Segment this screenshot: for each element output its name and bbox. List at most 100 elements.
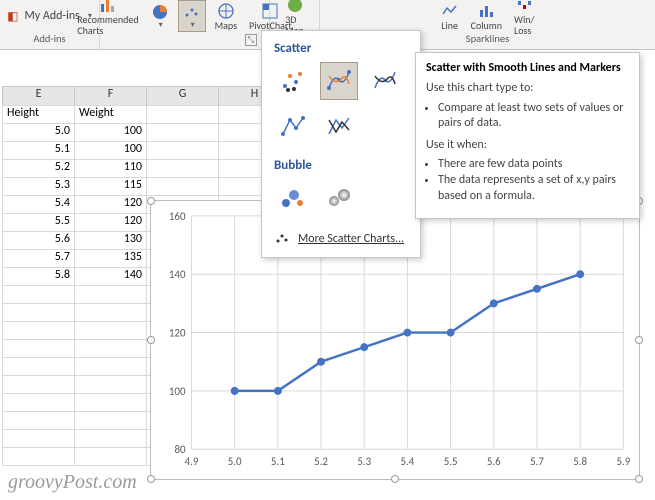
cell-height[interactable]: 5.0 [2, 123, 75, 142]
chart-type-tooltip: Scatter with Smooth Lines and Markers Us… [415, 52, 640, 219]
cell-height[interactable]: 5.8 [2, 267, 75, 286]
cell-height[interactable]: 5.2 [2, 159, 75, 178]
tooltip-item: There are few data points [438, 157, 629, 173]
scatter-smooth-option[interactable] [366, 62, 404, 100]
scatter-more-icon [274, 231, 290, 247]
cell[interactable] [2, 429, 75, 448]
svg-text:5.2: 5.2 [314, 455, 328, 468]
bubble-option[interactable] [274, 179, 312, 217]
cell[interactable] [74, 447, 147, 466]
scatter-points-option[interactable] [274, 62, 312, 100]
tooltip-item: Compare at least two sets of values or p… [438, 101, 629, 132]
sparkline-winloss-button[interactable]: Win/ Loss [511, 0, 537, 36]
scatter-dropdown-button[interactable]: ▾ [178, 0, 206, 32]
charts-dialog-launcher[interactable]: ⤡ [245, 34, 257, 46]
svg-text:160: 160 [169, 210, 186, 223]
cell-weight[interactable]: 130 [74, 231, 147, 250]
cell-weight[interactable]: 100 [74, 123, 147, 142]
cell-weight[interactable]: 120 [74, 195, 147, 214]
sparkline-column-button[interactable]: Column [468, 2, 505, 31]
svg-text:5.6: 5.6 [487, 455, 501, 468]
svg-text:5.9: 5.9 [616, 455, 630, 468]
column-header-G[interactable]: G [146, 86, 219, 106]
cell[interactable] [146, 159, 219, 178]
cell[interactable] [146, 141, 219, 160]
table-row: 5.1100 [3, 142, 291, 160]
cell[interactable] [2, 339, 75, 358]
resize-handle[interactable] [635, 475, 643, 483]
resize-handle[interactable] [635, 336, 643, 344]
column-header-F[interactable]: F [74, 86, 147, 106]
resize-handle[interactable] [147, 336, 155, 344]
pie-icon [151, 3, 169, 21]
scatter-straight-option[interactable] [320, 108, 358, 146]
bubble-3d-option[interactable] [320, 179, 358, 217]
table-header-height[interactable]: Height [2, 105, 75, 124]
cell[interactable] [2, 303, 75, 322]
tooltip-item: The data represents a set of x,y pairs b… [438, 173, 629, 204]
sparkline-line-icon [441, 2, 459, 20]
cell-weight[interactable]: 140 [74, 267, 147, 286]
cell-weight[interactable]: 100 [74, 141, 147, 160]
cell[interactable] [2, 411, 75, 430]
cell[interactable] [146, 177, 219, 196]
cell[interactable] [74, 411, 147, 430]
cell[interactable] [2, 375, 75, 394]
bar-chart-icon [99, 0, 117, 14]
cell-height[interactable]: 5.1 [2, 141, 75, 160]
cell[interactable] [2, 321, 75, 340]
myaddins-button[interactable]: My Add-ins [24, 9, 79, 23]
cell-weight[interactable]: 115 [74, 177, 147, 196]
column-header-row: E F G H [3, 86, 291, 106]
table-row: 5.3115 [3, 178, 291, 196]
svg-text:4.9: 4.9 [185, 455, 199, 468]
pie-dropdown-button[interactable]: ▾ [148, 3, 172, 30]
cell[interactable] [74, 357, 147, 376]
map3d-icon [286, 0, 304, 14]
cell[interactable] [74, 285, 147, 304]
cell[interactable] [2, 447, 75, 466]
resize-handle[interactable] [147, 197, 155, 205]
cell[interactable] [74, 393, 147, 412]
svg-text:5.8: 5.8 [573, 455, 587, 468]
cell-height[interactable]: 5.5 [2, 213, 75, 232]
cell[interactable] [74, 339, 147, 358]
more-scatter-charts-button[interactable]: More Scatter Charts... [262, 225, 420, 253]
cell[interactable] [2, 393, 75, 412]
cell[interactable] [74, 375, 147, 394]
resize-handle[interactable] [147, 475, 155, 483]
sparkline-line-button[interactable]: Line [438, 2, 462, 31]
cell[interactable] [74, 321, 147, 340]
table-header-weight[interactable]: Weight [74, 105, 147, 124]
cell-height[interactable]: 5.6 [2, 231, 75, 250]
svg-text:5.7: 5.7 [530, 455, 544, 468]
svg-text:100: 100 [169, 385, 186, 398]
svg-text:5.1: 5.1 [271, 455, 285, 468]
dropdown-section-bubble: Bubble [262, 154, 420, 179]
cell-height[interactable]: 5.3 [2, 177, 75, 196]
sparkline-winloss-icon [515, 0, 533, 14]
svg-text:5.5: 5.5 [444, 455, 458, 468]
recommended-charts-button[interactable]: Recommended Charts [74, 0, 141, 36]
cell-height[interactable]: 5.7 [2, 249, 75, 268]
globe-icon [217, 2, 235, 20]
cell-weight[interactable]: 120 [74, 213, 147, 232]
column-header-E[interactable]: E [2, 86, 75, 106]
sparkline-column-icon [477, 2, 495, 20]
tooltip-title: Scatter with Smooth Lines and Markers [426, 61, 629, 75]
maps-button[interactable]: Maps [212, 2, 240, 31]
scatter-straight-markers-option[interactable] [274, 108, 312, 146]
scatter-smooth-markers-option[interactable] [320, 62, 358, 100]
tooltip-when: Use it when: [426, 138, 629, 154]
cell[interactable] [146, 105, 219, 124]
svg-text:120: 120 [169, 327, 186, 340]
resize-handle[interactable] [391, 475, 399, 483]
cell[interactable] [2, 357, 75, 376]
cell[interactable] [74, 429, 147, 448]
cell-height[interactable]: 5.4 [2, 195, 75, 214]
cell-weight[interactable]: 110 [74, 159, 147, 178]
cell[interactable] [146, 123, 219, 142]
cell[interactable] [74, 303, 147, 322]
cell[interactable] [2, 285, 75, 304]
cell-weight[interactable]: 135 [74, 249, 147, 268]
